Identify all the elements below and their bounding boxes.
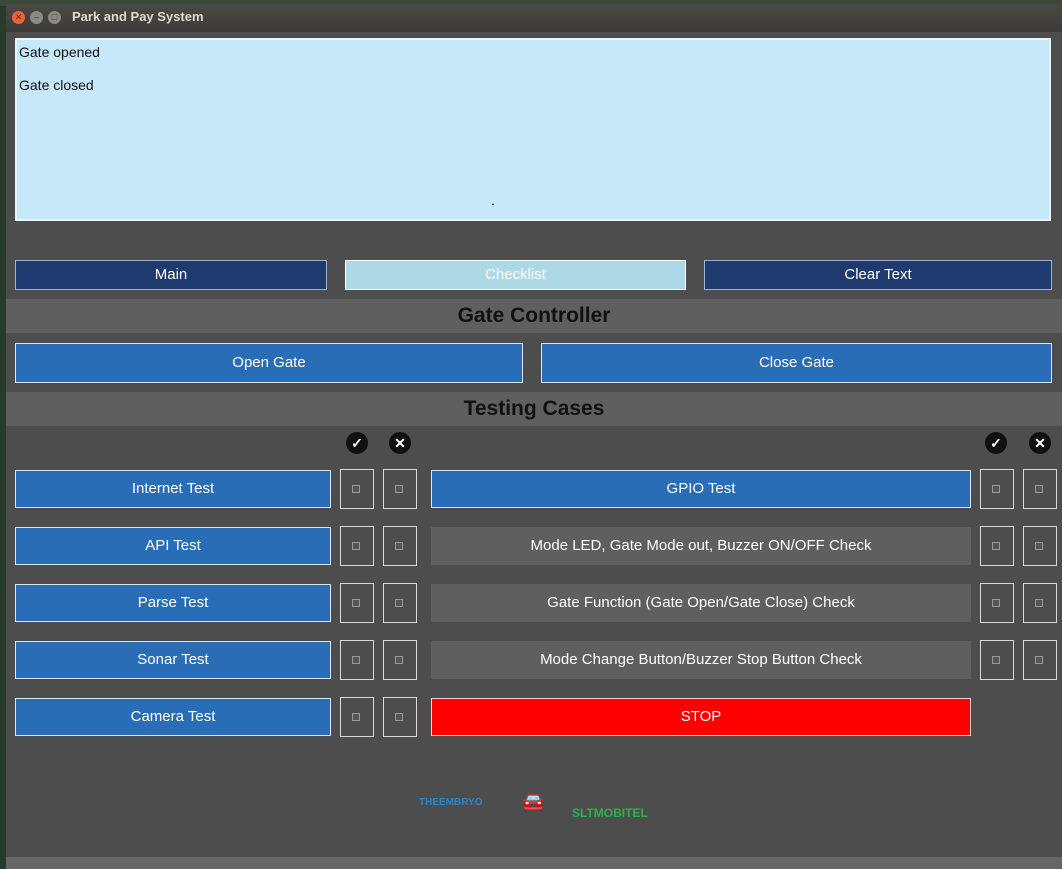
internet-test-fail-checkbox[interactable] [383,469,417,509]
checkbox-box-icon [395,542,403,550]
checkbox-box-icon [1035,656,1043,664]
close-gate-button[interactable]: Close Gate [541,343,1052,383]
camera-test-fail-checkbox[interactable] [383,697,417,737]
checkbox-box-icon [352,485,360,493]
parse-test-pass-checkbox[interactable] [340,583,374,623]
checkbox-box-icon [395,713,403,721]
theembryo-logo: THEEMBRYO [419,797,483,808]
checkbox-box-icon [992,485,1000,493]
internet-test-pass-checkbox[interactable] [340,469,374,509]
mode-led-check-pass-checkbox[interactable] [980,526,1014,566]
stop-button[interactable]: STOP [431,698,971,736]
internet-test-button[interactable]: Internet Test [15,470,331,508]
mode-led-check-fail-checkbox[interactable] [1023,526,1057,566]
checkbox-box-icon [395,656,403,664]
mode-led-check-button[interactable]: Mode LED, Gate Mode out, Buzzer ON/OFF C… [431,527,971,565]
api-test-button[interactable]: API Test [15,527,331,565]
api-test-pass-checkbox[interactable] [340,526,374,566]
checkbox-box-icon [992,542,1000,550]
minimize-window-icon[interactable]: – [30,11,43,24]
checklist-button[interactable]: Checklist [345,260,686,290]
cross-icon: ✕ [389,432,411,454]
sonar-test-pass-checkbox[interactable] [340,640,374,680]
sonar-test-button[interactable]: Sonar Test [15,641,331,679]
sonar-test-fail-checkbox[interactable] [383,640,417,680]
log-text-area[interactable]: Gate opened Gate closed . [15,38,1051,221]
log-line: Gate opened [19,44,100,60]
checkbox-box-icon [1035,599,1043,607]
gpio-test-pass-checkbox[interactable] [980,469,1014,509]
log-line: Gate closed [19,77,94,93]
gpio-test-button[interactable]: GPIO Test [431,470,971,508]
checkbox-box-icon [352,599,360,607]
camera-test-pass-checkbox[interactable] [340,697,374,737]
checkbox-box-icon [395,485,403,493]
gpio-test-fail-checkbox[interactable] [1023,469,1057,509]
mode-change-button-check-button[interactable]: Mode Change Button/Buzzer Stop Button Ch… [431,641,971,679]
title-bar: ✕ – □ Park and Pay System [6,4,1062,32]
checkbox-box-icon [1035,542,1043,550]
check-icon: ✓ [346,432,368,454]
gate-function-check-button[interactable]: Gate Function (Gate Open/Gate Close) Che… [431,584,971,622]
maximize-window-icon[interactable]: □ [48,11,61,24]
checkbox-box-icon [352,542,360,550]
gate-function-check-pass-checkbox[interactable] [980,583,1014,623]
cross-icon: ✕ [1029,432,1051,454]
mode-change-check-fail-checkbox[interactable] [1023,640,1057,680]
window-title: Park and Pay System [72,9,204,24]
car-icon: 🚘 [522,792,545,812]
checkbox-box-icon [352,713,360,721]
sltmobitel-logo: SLTMOBITEL [572,806,648,820]
mode-change-check-pass-checkbox[interactable] [980,640,1014,680]
gate-controller-heading: Gate Controller [6,299,1062,333]
check-icon: ✓ [985,432,1007,454]
checkbox-box-icon [992,599,1000,607]
open-gate-button[interactable]: Open Gate [15,343,523,383]
checkbox-box-icon [395,599,403,607]
camera-test-button[interactable]: Camera Test [15,698,331,736]
checkbox-box-icon [352,656,360,664]
parse-test-fail-checkbox[interactable] [383,583,417,623]
clear-text-button[interactable]: Clear Text [704,260,1052,290]
checkbox-box-icon [992,656,1000,664]
app-window: ✕ – □ Park and Pay System Gate opened Ga… [6,4,1062,869]
close-window-icon[interactable]: ✕ [12,11,25,24]
main-button[interactable]: Main [15,260,327,290]
checkbox-box-icon [1035,485,1043,493]
parse-test-button[interactable]: Parse Test [15,584,331,622]
testing-cases-heading: Testing Cases [6,392,1062,426]
bottom-bar [6,857,1062,869]
api-test-fail-checkbox[interactable] [383,526,417,566]
gate-function-check-fail-checkbox[interactable] [1023,583,1057,623]
text-cursor-dot: . [491,192,495,208]
